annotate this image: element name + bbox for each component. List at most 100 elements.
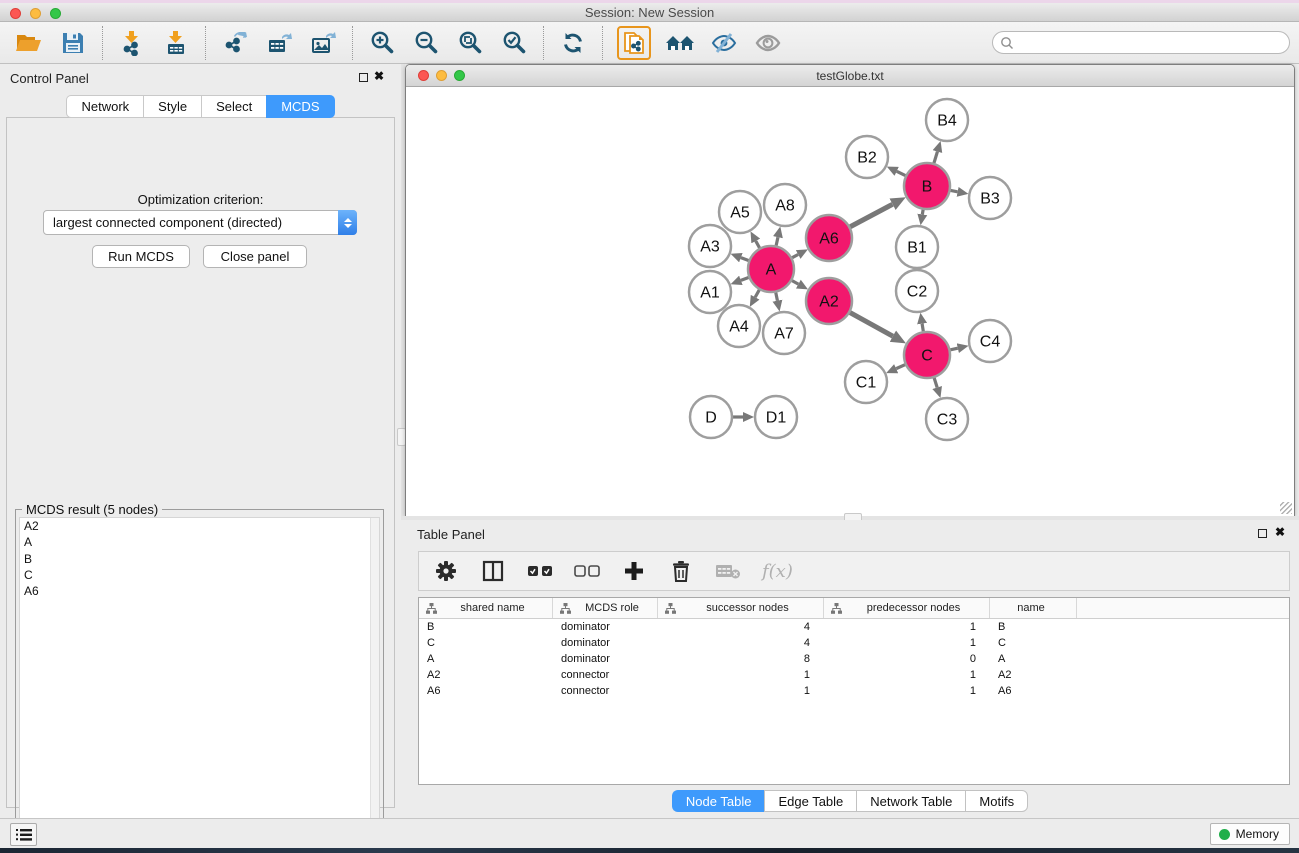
node-B2[interactable]: B2 <box>846 136 888 178</box>
edge-C-C4[interactable] <box>950 348 957 350</box>
edge-A-A1[interactable] <box>741 277 749 280</box>
memory-button[interactable]: Memory <box>1210 823 1290 845</box>
node-D1[interactable]: D1 <box>755 396 797 438</box>
gear-icon[interactable] <box>433 558 459 584</box>
edge-A2-C[interactable] <box>850 313 893 337</box>
task-history-button[interactable] <box>10 823 37 846</box>
export-image-icon[interactable] <box>308 28 338 58</box>
node-A3[interactable]: A3 <box>689 225 731 267</box>
edge-A-A5[interactable] <box>756 241 760 248</box>
edge-B-B4[interactable] <box>934 152 937 163</box>
edge-A6-B[interactable] <box>850 204 892 226</box>
edge-A-A3[interactable] <box>741 258 749 261</box>
unselect-all-icon[interactable] <box>574 558 600 584</box>
close-panel-icon[interactable]: ✖ <box>374 69 384 83</box>
zoom-fit-icon[interactable] <box>455 28 485 58</box>
window-titlebar[interactable]: Session: New Session <box>0 3 1299 22</box>
tab-motifs[interactable]: Motifs <box>965 790 1028 812</box>
edge-B-B3[interactable] <box>951 190 958 191</box>
select-all-icon[interactable] <box>527 558 553 584</box>
column-header-name[interactable]: name <box>990 598 1077 618</box>
node-A6[interactable]: A6 <box>806 215 852 261</box>
share-document-icon[interactable] <box>617 26 651 60</box>
search-input[interactable] <box>1018 34 1289 52</box>
node-A7[interactable]: A7 <box>763 312 805 354</box>
refresh-icon[interactable] <box>558 28 588 58</box>
window-resize-grip[interactable] <box>1280 502 1292 514</box>
tab-node-table[interactable]: Node Table <box>672 790 765 812</box>
home-icon[interactable] <box>665 28 695 58</box>
run-mcds-button[interactable]: Run MCDS <box>92 245 190 268</box>
criterion-select[interactable]: largest connected component (directed) <box>43 210 357 235</box>
result-list-item[interactable]: A2 <box>20 518 379 534</box>
import-table-icon[interactable] <box>161 28 191 58</box>
tab-select[interactable]: Select <box>201 95 266 118</box>
tab-mcds[interactable]: MCDS <box>266 95 334 118</box>
table-row[interactable]: A6connector11A6 <box>419 683 1289 699</box>
tab-edge-table[interactable]: Edge Table <box>764 790 856 812</box>
edge-A-A6[interactable] <box>792 254 798 257</box>
network-window-titlebar[interactable]: testGlobe.txt <box>406 65 1294 87</box>
node-B3[interactable]: B3 <box>969 177 1011 219</box>
edge-B-B2[interactable] <box>897 171 906 175</box>
tab-network-table[interactable]: Network Table <box>856 790 965 812</box>
column-header-MCDS-role[interactable]: MCDS role <box>553 598 658 618</box>
table-row[interactable]: A2connector11A2 <box>419 667 1289 683</box>
zoom-out-icon[interactable] <box>411 28 441 58</box>
node-C4[interactable]: C4 <box>969 320 1011 362</box>
edge-C-C2[interactable] <box>922 324 923 332</box>
add-column-icon[interactable] <box>621 558 647 584</box>
export-table-icon[interactable] <box>264 28 294 58</box>
result-list-item[interactable]: A <box>20 534 379 550</box>
column-header-predecessor-nodes[interactable]: predecessor nodes <box>824 598 990 618</box>
node-C[interactable]: C <box>904 332 950 378</box>
node-B4[interactable]: B4 <box>926 99 968 141</box>
column-header-successor-nodes[interactable]: successor nodes <box>658 598 824 618</box>
edge-A-A4[interactable] <box>755 290 759 297</box>
export-network-icon[interactable] <box>220 28 250 58</box>
node-B[interactable]: B <box>904 163 950 209</box>
node-A2[interactable]: A2 <box>806 278 852 324</box>
result-scrollbar[interactable] <box>370 518 379 849</box>
node-B1[interactable]: B1 <box>896 226 938 268</box>
node-table[interactable]: shared nameMCDS rolesuccessor nodesprede… <box>418 597 1290 785</box>
tab-style[interactable]: Style <box>143 95 201 118</box>
float-panel-icon[interactable] <box>359 73 368 82</box>
edge-C-C3[interactable] <box>934 378 937 388</box>
float-panel-icon[interactable] <box>1258 529 1267 538</box>
mcds-result-list[interactable]: A2ABCA6 <box>19 517 380 850</box>
node-A8[interactable]: A8 <box>764 184 806 226</box>
table-row[interactable]: Adominator80A <box>419 651 1289 667</box>
zoom-selected-icon[interactable] <box>499 28 529 58</box>
import-network-icon[interactable] <box>117 28 147 58</box>
table-row[interactable]: Bdominator41B <box>419 619 1289 635</box>
node-C2[interactable]: C2 <box>896 270 938 312</box>
toolbar-search-field[interactable] <box>992 31 1290 54</box>
close-panel-button[interactable]: Close panel <box>203 245 307 268</box>
node-A1[interactable]: A1 <box>689 271 731 313</box>
tab-network[interactable]: Network <box>66 95 143 118</box>
open-file-icon[interactable] <box>14 28 44 58</box>
node-A5[interactable]: A5 <box>719 191 761 233</box>
close-panel-icon[interactable]: ✖ <box>1275 525 1285 539</box>
network-canvas[interactable]: B4 B2 B B3 A8A5 A6 A3 B1 A A1 C2 A2 A4A7 C4 C C1 C3 D D1 <box>406 87 1294 516</box>
edge-C-C1[interactable] <box>896 365 905 369</box>
zoom-in-icon[interactable] <box>367 28 397 58</box>
node-C3[interactable]: C3 <box>926 398 968 440</box>
save-session-icon[interactable] <box>58 28 88 58</box>
column-header-shared-name[interactable]: shared name <box>419 598 553 618</box>
edge-B-B1[interactable] <box>922 210 923 215</box>
node-A[interactable]: A <box>748 246 794 292</box>
edge-A-A7[interactable] <box>776 293 778 301</box>
node-D[interactable]: D <box>690 396 732 438</box>
node-C1[interactable]: C1 <box>845 361 887 403</box>
split-columns-icon[interactable] <box>480 558 506 584</box>
edge-A-A8[interactable] <box>776 237 778 245</box>
hide-eye-icon[interactable] <box>709 28 739 58</box>
edge-A-A2[interactable] <box>792 281 798 284</box>
table-row[interactable]: Cdominator41C <box>419 635 1289 651</box>
result-list-item[interactable]: A6 <box>20 583 379 599</box>
node-A4[interactable]: A4 <box>718 305 760 347</box>
delete-column-icon[interactable] <box>668 558 694 584</box>
result-list-item[interactable]: C <box>20 567 379 583</box>
